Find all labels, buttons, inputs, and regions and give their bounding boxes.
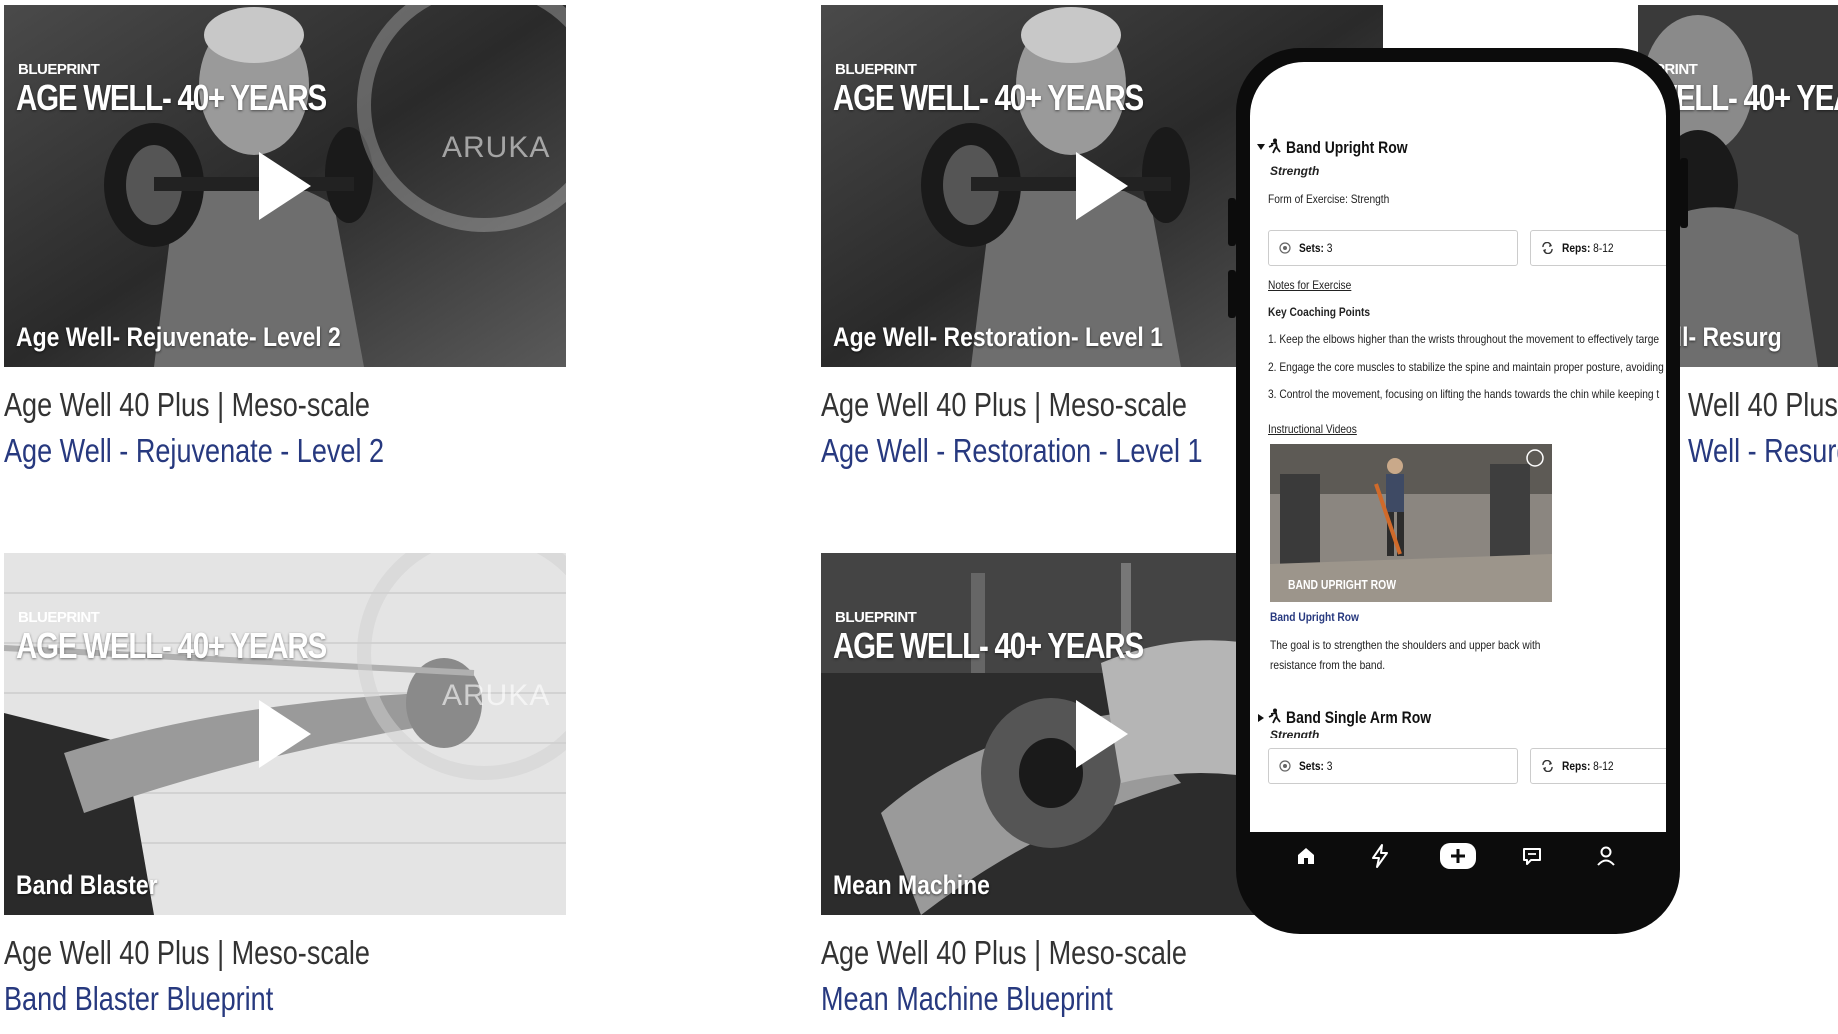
- blueprint-label: BLUEPRINT: [835, 61, 917, 78]
- tab-workouts[interactable]: [1360, 832, 1400, 880]
- card-meta: Age Well 40 Plus | Meso-scale Age Well -…: [4, 383, 724, 475]
- card-meta: Age Well 40 Plus | Meso-scale Mean Machi…: [821, 931, 1541, 1023]
- exercise-type: Strength: [1270, 164, 1320, 178]
- blueprint-title: AGE WELL- 40+ YEARS: [833, 77, 1144, 118]
- chat-icon: [1523, 848, 1541, 865]
- play-icon[interactable]: [255, 696, 315, 772]
- video-caption: Age Well- Restoration- Level 1: [833, 322, 1163, 352]
- reps-label: Reps: 8-12: [1562, 759, 1614, 773]
- lightning-icon: [1372, 844, 1388, 868]
- card-subtitle: Well 40 Plus: [1688, 386, 1838, 423]
- blueprint-title: AGE WELL- 40+ YEARS: [16, 625, 327, 666]
- coaching-heading: Key Coaching Points: [1268, 305, 1371, 319]
- sets-icon: [1279, 242, 1291, 254]
- play-icon[interactable]: [1072, 696, 1132, 772]
- notes-heading[interactable]: Notes for Exercise: [1268, 278, 1351, 292]
- tab-add[interactable]: [1436, 832, 1480, 880]
- exercise-icon: [1268, 708, 1281, 724]
- home-icon: [1298, 848, 1314, 864]
- phone-mockup: Band Upright Row Strength Form of Exerci…: [1228, 48, 1688, 934]
- blueprint-label: BLUEPRINT: [835, 609, 917, 626]
- exercise-icon: [1268, 138, 1281, 154]
- sets-field[interactable]: Sets: 3: [1268, 230, 1518, 266]
- tab-messages[interactable]: [1512, 832, 1552, 880]
- video-thumbnail[interactable]: BLUEPRINT AGE WELL- 40+ YEARS ARUKA Band…: [4, 553, 566, 915]
- profile-icon: [1597, 846, 1615, 866]
- card-link[interactable]: Band Blaster Blueprint: [4, 975, 594, 1023]
- tab-profile[interactable]: [1586, 832, 1626, 880]
- card-subtitle: Age Well 40 Plus | Meso-scale: [4, 386, 370, 423]
- coaching-point: 2. Engage the core muscles to stabilize …: [1268, 360, 1664, 374]
- repeat-icon: [1542, 760, 1553, 772]
- card-subtitle: Age Well 40 Plus | Meso-scale: [4, 934, 370, 971]
- instructional-video[interactable]: BAND UPRIGHT ROW: [1270, 444, 1552, 602]
- sets-label: Sets: 3: [1299, 759, 1333, 773]
- video-title[interactable]: Band Upright Row: [1270, 610, 1359, 624]
- play-icon[interactable]: [255, 148, 315, 224]
- video-overlay-label: BAND UPRIGHT ROW: [1288, 577, 1397, 592]
- videos-heading[interactable]: Instructional Videos: [1268, 422, 1357, 436]
- exercise-form: Form of Exercise: Strength: [1268, 192, 1390, 206]
- sets-icon: [1279, 760, 1291, 772]
- video-caption: Band Blaster: [16, 870, 158, 900]
- reps-label: Reps: 8-12: [1562, 241, 1614, 255]
- blueprint-title: AGE WELL- 40+ YEARS: [16, 77, 327, 118]
- blueprint-label: BLUEPRINT: [18, 61, 100, 78]
- video-thumbnail[interactable]: BLUEPRINT AGE WELL- 40+ YEARS ARUKA Age …: [4, 5, 566, 367]
- aruka-logo: ARUKA: [442, 679, 551, 712]
- phone-side-button: [1228, 270, 1236, 318]
- workout-detail: Band Upright Row Strength Form of Exerci…: [1250, 102, 1666, 832]
- card-link[interactable]: Well - Resurg: [1688, 427, 1838, 465]
- card-link[interactable]: Age Well - Rejuvenate - Level 2: [4, 427, 594, 475]
- aruka-logo: ARUKA: [442, 131, 551, 164]
- video-caption: Mean Machine: [833, 870, 990, 900]
- sets-label: Sets: 3: [1299, 241, 1333, 255]
- reps-field[interactable]: Reps: 8-12: [1530, 748, 1666, 784]
- exercise-name: Band Upright Row: [1286, 138, 1408, 157]
- exercise-name: Band Single Arm Row: [1286, 708, 1432, 727]
- coaching-point: 1. Keep the elbows higher than the wrist…: [1268, 332, 1660, 346]
- collapse-caret-icon[interactable]: [1256, 142, 1266, 152]
- video-caption: Age Well- Rejuvenate- Level 2: [16, 322, 341, 352]
- tab-home[interactable]: [1286, 832, 1326, 880]
- bottom-tab-bar: [1250, 832, 1666, 880]
- expand-caret-icon[interactable]: [1256, 713, 1266, 723]
- phone-side-button: [1228, 198, 1236, 246]
- exercise-type: Strength: [1270, 728, 1320, 738]
- reps-field[interactable]: Reps: 8-12: [1530, 230, 1666, 266]
- blueprint-title: AGE WELL- 40+ YEARS: [833, 625, 1144, 666]
- play-icon[interactable]: [1072, 148, 1132, 224]
- blueprint-label: BLUEPRINT: [18, 609, 100, 626]
- sets-field[interactable]: Sets: 3: [1268, 748, 1518, 784]
- card-meta: Age Well 40 Plus | Meso-scale Band Blast…: [4, 931, 724, 1023]
- video-description: resistance from the band.: [1270, 658, 1386, 672]
- card-link[interactable]: Mean Machine Blueprint: [821, 975, 1411, 1023]
- coaching-point: 3. Control the movement, focusing on lif…: [1268, 387, 1660, 401]
- repeat-icon: [1542, 242, 1553, 254]
- phone-screen: Band Upright Row Strength Form of Exerci…: [1250, 62, 1666, 880]
- card-meta: Well 40 Plus Well - Resurg: [1688, 383, 1838, 465]
- video-description: The goal is to strengthen the shoulders …: [1270, 638, 1541, 652]
- phone-power-button: [1680, 158, 1688, 228]
- card-subtitle: Age Well 40 Plus | Meso-scale: [821, 934, 1187, 971]
- add-icon: [1440, 843, 1476, 869]
